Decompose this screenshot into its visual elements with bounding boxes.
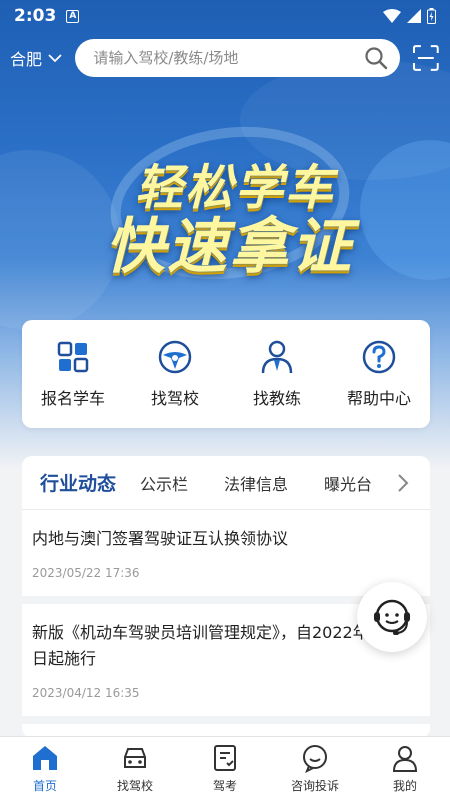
steering-wheel-icon bbox=[158, 340, 192, 374]
nav-label: 找驾校 bbox=[116, 779, 153, 793]
signal-icon bbox=[407, 9, 421, 23]
nav-home[interactable]: 首页 bbox=[5, 743, 85, 794]
status-icons bbox=[383, 8, 436, 24]
status-bar: 2:03 A bbox=[0, 0, 450, 32]
chevron-down-icon bbox=[48, 53, 62, 62]
nav-label: 咨询投诉 bbox=[290, 779, 339, 793]
tab-legal-info[interactable]: 法律信息 bbox=[224, 471, 288, 495]
exam-icon bbox=[214, 745, 236, 771]
user-icon bbox=[392, 746, 418, 772]
notification-icon: A bbox=[66, 9, 80, 23]
chevron-right-icon[interactable] bbox=[396, 472, 410, 494]
banner-slogan-2: 快速拿证 bbox=[105, 212, 353, 282]
tab-bulletin[interactable]: 公示栏 bbox=[140, 471, 188, 495]
nav-find-school[interactable]: 找驾校 bbox=[95, 743, 175, 794]
news-date: 2023/04/12 16:35 bbox=[32, 686, 140, 700]
news-tabs: 行业动态 公示栏 法律信息 曝光台 bbox=[22, 456, 430, 510]
menu-enroll[interactable]: 报名学车 bbox=[25, 339, 121, 409]
tab-industry-news[interactable]: 行业动态 bbox=[40, 469, 116, 496]
question-icon bbox=[362, 340, 396, 374]
nav-label: 首页 bbox=[32, 779, 57, 793]
car-icon bbox=[124, 748, 146, 768]
menu-help-center[interactable]: 帮助中心 bbox=[331, 339, 427, 409]
bottom-nav: 首页 找驾校 驾考 咨询投诉 我的 bbox=[0, 736, 450, 800]
search-box[interactable] bbox=[75, 39, 401, 77]
search-icon[interactable] bbox=[364, 46, 388, 70]
search-input[interactable] bbox=[93, 49, 365, 67]
menu-label: 找驾校 bbox=[150, 389, 199, 408]
chat-icon bbox=[303, 745, 327, 773]
menu-label: 帮助中心 bbox=[346, 389, 411, 408]
news-date: 2023/05/22 17:36 bbox=[32, 566, 140, 580]
search-row: 合肥 bbox=[0, 38, 450, 78]
promo-banner[interactable]: 轻松学车 快速拿证 bbox=[0, 112, 450, 300]
menu-find-school[interactable]: 找驾校 bbox=[127, 339, 223, 409]
headset-icon bbox=[374, 599, 410, 635]
news-title: 内地与澳门签署驾驶证互认换领协议 bbox=[32, 529, 289, 548]
coach-icon bbox=[261, 340, 293, 374]
nav-mine[interactable]: 我的 bbox=[365, 743, 445, 794]
scan-icon[interactable] bbox=[412, 44, 440, 72]
nav-exam[interactable]: 驾考 bbox=[185, 743, 265, 794]
nav-label: 我的 bbox=[392, 779, 417, 793]
menu-label: 找教练 bbox=[252, 389, 301, 408]
nav-label: 驾考 bbox=[212, 779, 237, 793]
status-time: 2:03 bbox=[14, 6, 57, 26]
battery-icon bbox=[427, 8, 436, 24]
menu-label: 报名学车 bbox=[40, 389, 105, 408]
menu-find-coach[interactable]: 找教练 bbox=[229, 339, 325, 409]
grid-icon bbox=[57, 341, 89, 373]
tab-exposure[interactable]: 曝光台 bbox=[324, 471, 372, 495]
quick-menu: 报名学车 找驾校 找教练 帮助中心 bbox=[22, 320, 430, 428]
nav-consult-complaint[interactable]: 咨询投诉 bbox=[275, 743, 355, 794]
customer-service-button[interactable] bbox=[357, 582, 427, 652]
city-selector[interactable]: 合肥 bbox=[10, 46, 75, 70]
city-label: 合肥 bbox=[10, 50, 43, 69]
home-icon bbox=[33, 746, 57, 770]
wifi-icon bbox=[383, 9, 401, 23]
